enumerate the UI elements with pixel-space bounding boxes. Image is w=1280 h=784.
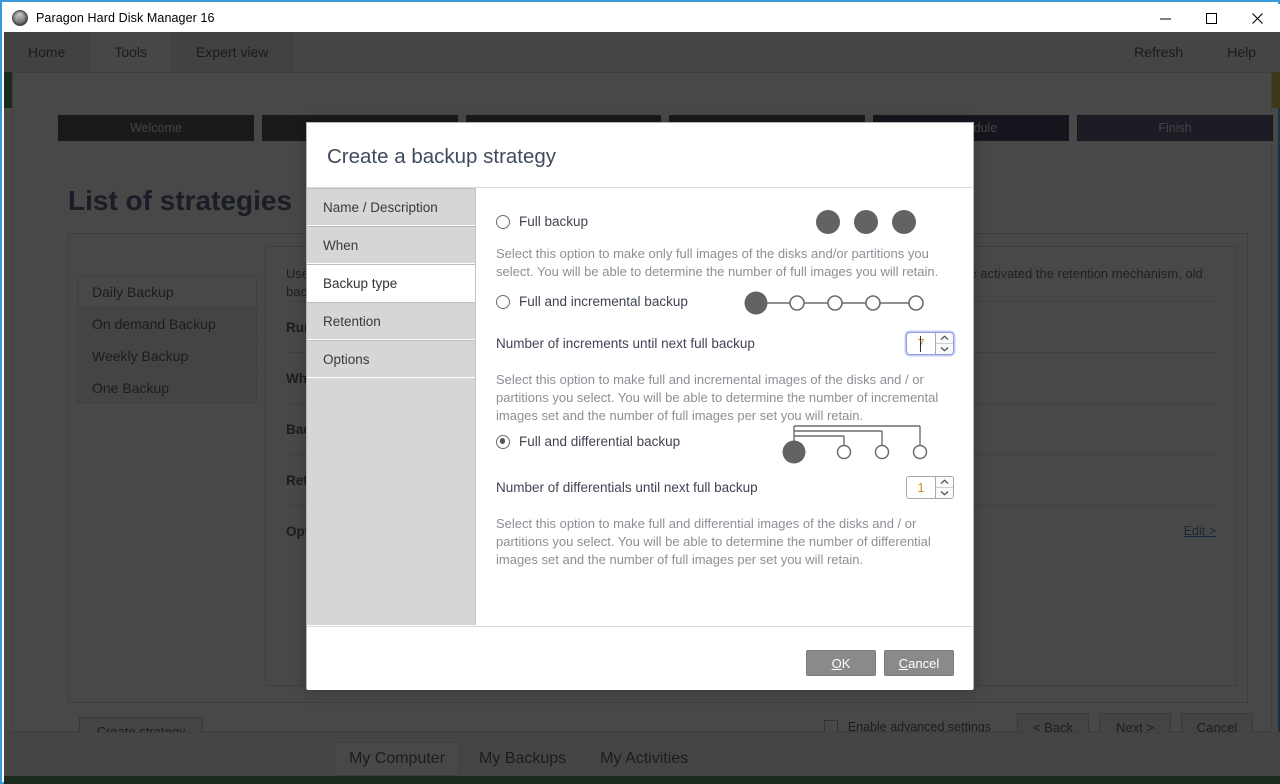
increments-field-row: Number of increments until next full bac… bbox=[496, 332, 954, 355]
minimize-icon[interactable] bbox=[1142, 4, 1188, 32]
increments-spinner-buttons bbox=[935, 333, 953, 354]
differentials-spinner-up-icon[interactable] bbox=[936, 477, 953, 487]
paragon-logo-icon bbox=[12, 10, 28, 26]
cancel-button-accel: C bbox=[899, 656, 908, 671]
strategy-item-weekly-backup[interactable]: Weekly Backup bbox=[77, 340, 257, 371]
wizard-step-finish[interactable]: Finish bbox=[1077, 115, 1273, 141]
differentials-field-label: Number of differentials until next full … bbox=[496, 480, 758, 495]
differentials-spinner[interactable]: 1 bbox=[906, 476, 954, 499]
option-full-backup[interactable]: Full backup bbox=[496, 214, 588, 229]
ribbon-tab-home[interactable]: Home bbox=[4, 32, 90, 72]
ok-button-rest: K bbox=[842, 656, 851, 671]
tab-my-computer[interactable]: My Computer bbox=[334, 742, 460, 776]
title-bar: Paragon Hard Disk Manager 16 bbox=[4, 4, 1280, 32]
cancel-button-rest: ancel bbox=[908, 656, 939, 671]
tab-my-activities[interactable]: My Activities bbox=[585, 742, 703, 776]
create-backup-strategy-dialog: Create a backup strategy Name / Descript… bbox=[306, 122, 974, 689]
description-full-and-differential-backup: Select this option to make full and diff… bbox=[496, 515, 941, 570]
detail-edit-link-options[interactable]: Edit > bbox=[1184, 524, 1216, 538]
increments-spinner-value[interactable]: 7 bbox=[907, 333, 935, 354]
increments-field-label: Number of increments until next full bac… bbox=[496, 336, 755, 351]
strategy-list: Daily Backup On demand Backup Weekly Bac… bbox=[77, 276, 257, 404]
differentials-spinner-down-icon[interactable] bbox=[936, 487, 953, 498]
increments-spinner-up-icon[interactable] bbox=[936, 333, 953, 343]
help-link[interactable]: Help bbox=[1227, 44, 1256, 60]
differential-backup-diagram-icon bbox=[770, 422, 936, 469]
differentials-spinner-value[interactable]: 1 bbox=[907, 477, 935, 498]
dialog-nav-backup-type[interactable]: Backup type bbox=[307, 264, 475, 302]
tab-my-backups[interactable]: My Backups bbox=[464, 742, 581, 776]
dialog-nav-options[interactable]: Options bbox=[307, 340, 475, 378]
dialog-content-backup-type: Full backup Select this option to make o… bbox=[476, 188, 973, 625]
option-full-and-incremental-backup[interactable]: Full and incremental backup bbox=[496, 294, 688, 309]
cancel-dialog-button[interactable]: Cancel bbox=[884, 650, 954, 676]
differentials-field-row: Number of differentials until next full … bbox=[496, 476, 954, 499]
dialog-nav-name-description[interactable]: Name / Description bbox=[307, 188, 475, 226]
maximize-icon[interactable] bbox=[1188, 4, 1234, 32]
strategy-item-one-backup[interactable]: One Backup bbox=[77, 372, 257, 403]
option-label-full-and-incremental-backup: Full and incremental backup bbox=[519, 294, 688, 309]
close-icon[interactable] bbox=[1234, 4, 1280, 32]
dialog-title: Create a backup strategy bbox=[327, 145, 556, 169]
strategy-item-daily-backup[interactable]: Daily Backup bbox=[77, 276, 257, 307]
dialog-nav-retention[interactable]: Retention bbox=[307, 302, 475, 340]
dialog-footer: OK Cancel bbox=[307, 626, 973, 690]
option-full-and-differential-backup[interactable]: Full and differential backup bbox=[496, 434, 680, 449]
increments-spinner-down-icon[interactable] bbox=[936, 343, 953, 354]
radio-full-and-incremental-backup[interactable] bbox=[496, 295, 510, 309]
option-label-full-backup: Full backup bbox=[519, 214, 588, 229]
ribbon-tab-tools[interactable]: Tools bbox=[90, 32, 172, 72]
radio-full-backup[interactable] bbox=[496, 215, 510, 229]
ok-button[interactable]: OK bbox=[806, 650, 876, 676]
description-full-and-incremental-backup: Select this option to make full and incr… bbox=[496, 371, 941, 426]
incremental-backup-diagram-icon bbox=[740, 289, 936, 322]
footer-accent-bar bbox=[4, 776, 1280, 784]
page-title: List of strategies bbox=[68, 185, 292, 217]
full-backup-diagram-icon bbox=[811, 208, 936, 241]
dialog-nav-when[interactable]: When bbox=[307, 226, 475, 264]
strategy-item-on-demand-backup[interactable]: On demand Backup bbox=[77, 308, 257, 339]
ribbon-bar: Home Tools Expert view Refresh Help bbox=[4, 32, 1280, 72]
ribbon-tab-expert-view[interactable]: Expert view bbox=[172, 32, 293, 72]
option-label-full-and-differential-backup: Full and differential backup bbox=[519, 434, 680, 449]
ok-button-accel: O bbox=[832, 656, 842, 671]
radio-full-and-differential-backup[interactable] bbox=[496, 435, 510, 449]
dialog-nav-list: Name / Description When Backup type Rete… bbox=[307, 188, 475, 625]
wizard-step-welcome[interactable]: Welcome bbox=[58, 115, 254, 141]
refresh-link[interactable]: Refresh bbox=[1134, 44, 1183, 60]
description-full-backup: Select this option to make only full ima… bbox=[496, 245, 941, 281]
differentials-spinner-buttons bbox=[935, 477, 953, 498]
window-title: Paragon Hard Disk Manager 16 bbox=[36, 11, 215, 25]
ribbon-right-links: Refresh Help bbox=[1134, 32, 1280, 72]
increments-spinner[interactable]: 7 bbox=[906, 332, 954, 355]
